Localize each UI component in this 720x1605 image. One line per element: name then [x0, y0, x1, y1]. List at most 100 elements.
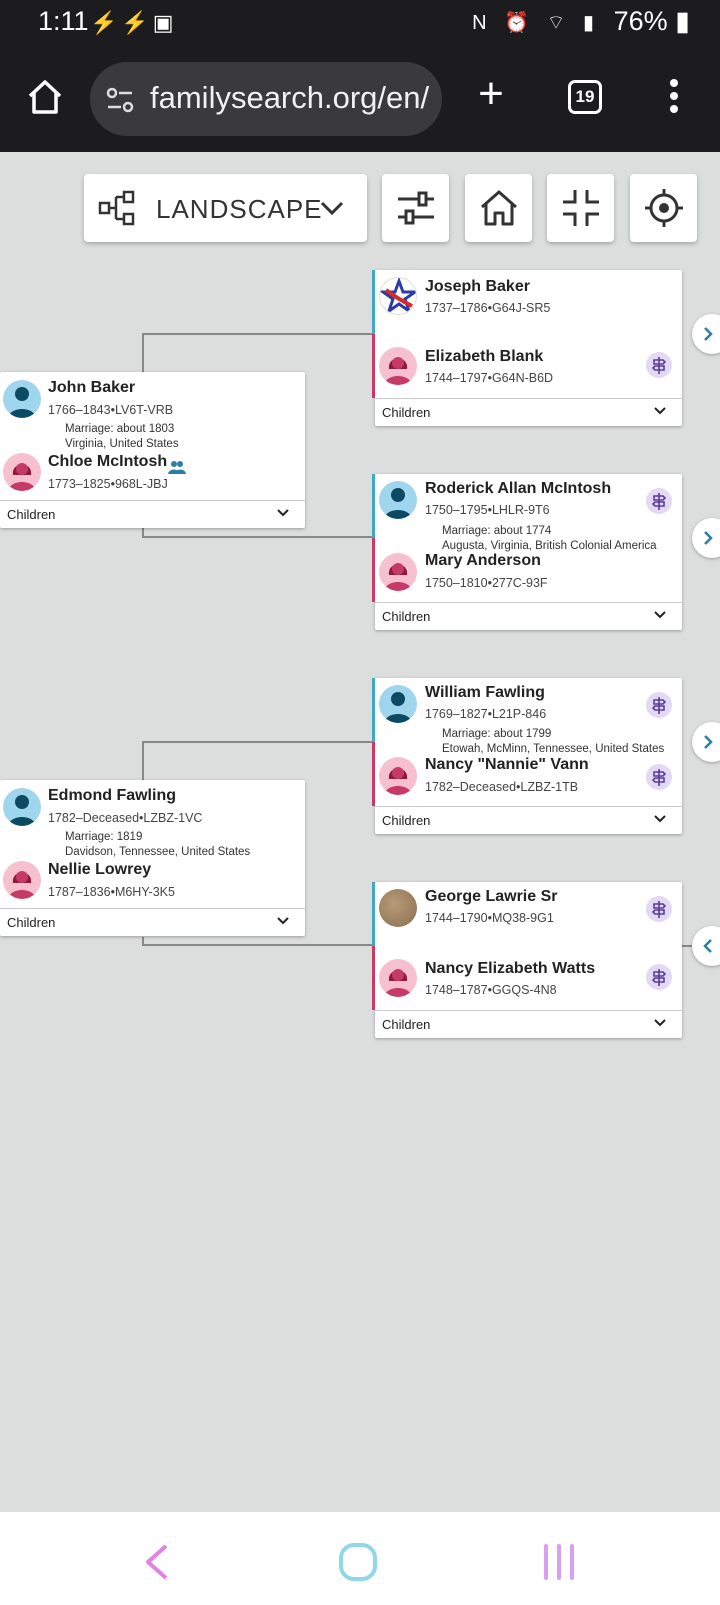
chevron-down-icon [277, 917, 289, 925]
connector-line [142, 937, 374, 946]
url-text: familysearch.org/en/ [150, 80, 430, 115]
children-label: Children [7, 915, 56, 930]
female-avatar [3, 453, 41, 491]
person-row[interactable]: Nancy "Nannie" Vann 1782–Deceased•LZBZ-1… [375, 754, 682, 802]
person-lifespan: 1744–1797•G64N-B6D [425, 371, 554, 385]
person-row[interactable]: Roderick Allan McIntosh 1750–1795•LHLR-9… [375, 474, 682, 524]
chevron-right-icon [704, 327, 713, 341]
notification-icons: ⚡⚡▣ [90, 10, 178, 35]
tree-home-button[interactable] [465, 174, 532, 242]
collapse-ancestors-button[interactable] [692, 926, 720, 966]
person-lifespan: 1773–1825•968L-JBJ [48, 477, 168, 491]
browser-toolbar: familysearch.org/en/ + 19 [0, 48, 720, 152]
connector-line [142, 528, 374, 538]
couple-card: John Baker 1766–1843•LV6T-VRB Marriage: … [0, 372, 305, 528]
person-row[interactable]: Elizabeth Blank 1744–1797•G64N-B6D [375, 342, 682, 392]
signpost-icon[interactable] [646, 964, 672, 990]
children-dropdown[interactable]: Children [375, 398, 682, 426]
new-tab-button[interactable]: + [470, 72, 512, 116]
children-label: Children [382, 609, 431, 624]
layout-dropdown[interactable]: LANDSCAPE [84, 174, 367, 242]
person-lifespan: 1744–1790•MQ38-9G1 [425, 911, 554, 925]
couple-card: Edmond Fawling 1782–Deceased•LZBZ-1VC Ma… [0, 780, 305, 936]
couple-card: George Lawrie Sr 1744–1790•MQ38-9G1 Nanc… [372, 882, 682, 1038]
children-label: Children [382, 1017, 431, 1032]
site-settings-icon[interactable] [104, 84, 136, 116]
person-row[interactable]: Joseph Baker 1737–1786•G64J-SR5 [375, 270, 682, 330]
expand-ancestors-button[interactable] [692, 314, 720, 354]
children-dropdown[interactable]: Children [0, 500, 305, 528]
male-avatar [3, 380, 41, 418]
marriage-date: Marriage: about 1774 [442, 525, 552, 537]
children-dropdown[interactable]: Children [375, 602, 682, 630]
chevron-left-icon [703, 939, 712, 953]
children-label: Children [382, 813, 431, 828]
person-row[interactable]: Mary Anderson 1750–1810•277C-93F [375, 550, 682, 598]
recenter-button[interactable] [630, 174, 697, 242]
marriage-date: Marriage: 1819 [65, 831, 143, 843]
more-menu-button[interactable] [664, 76, 684, 120]
marriage-info: Marriage: about 1799 Etowah, McMinn, Ten… [442, 727, 664, 757]
filter-settings-button[interactable] [382, 174, 449, 242]
expand-ancestors-button[interactable] [692, 722, 720, 762]
person-name: Roderick Allan McIntosh [425, 480, 612, 497]
sliders-icon [398, 191, 434, 225]
signpost-icon[interactable] [646, 352, 672, 378]
collapse-button[interactable] [547, 174, 614, 242]
children-label: Children [382, 405, 431, 420]
person-lifespan: 1748–1787•GGQS-4N8 [425, 983, 557, 997]
signpost-icon[interactable] [646, 692, 672, 718]
person-lifespan: 1769–1827•L21P-846 [425, 707, 547, 721]
female-avatar [379, 347, 417, 385]
female-avatar [3, 861, 41, 899]
children-dropdown[interactable]: Children [375, 806, 682, 834]
person-row[interactable]: George Lawrie Sr 1744–1790•MQ38-9G1 [375, 882, 682, 942]
female-avatar [379, 757, 417, 795]
person-row[interactable]: William Fawling 1769–1827•L21P-846 [375, 678, 682, 728]
person-row[interactable]: Edmond Fawling 1782–Deceased•LZBZ-1VC [0, 780, 305, 836]
signpost-icon[interactable] [646, 896, 672, 922]
person-row[interactable]: John Baker 1766–1843•LV6T-VRB [0, 372, 305, 428]
person-lifespan: 1766–1843•LV6T-VRB [48, 403, 174, 417]
home-nav-icon[interactable] [338, 1542, 378, 1582]
person-name: John Baker [48, 379, 136, 396]
layout-label: LANDSCAPE [156, 194, 323, 224]
recents-icon[interactable] [540, 1542, 578, 1582]
person-name: Nancy Elizabeth Watts [425, 960, 596, 977]
collapse-icon [563, 190, 599, 226]
back-icon[interactable] [140, 1542, 174, 1582]
home-icon[interactable] [24, 76, 66, 118]
marriage-info: Marriage: 1819 Davidson, Tennessee, Unit… [65, 830, 250, 860]
person-name: George Lawrie Sr [425, 888, 558, 905]
person-row[interactable]: Chloe McIntosh 1773–1825•968L-JBJ [0, 450, 305, 496]
signpost-icon[interactable] [646, 764, 672, 790]
relatives-icon[interactable] [168, 460, 186, 474]
children-dropdown[interactable]: Children [375, 1010, 682, 1038]
male-avatar [379, 481, 417, 519]
marriage-info: Marriage: about 1803 Virginia, United St… [65, 422, 179, 452]
male-avatar [379, 685, 417, 723]
photo-avatar [379, 889, 417, 927]
person-lifespan: 1782–Deceased•LZBZ-1TB [425, 780, 579, 794]
children-dropdown[interactable]: Children [0, 908, 305, 936]
person-name: William Fawling [425, 684, 545, 701]
status-time: 1:11 [38, 6, 89, 36]
person-row[interactable]: Nellie Lowrey 1787–1836•M6HY-3K5 [0, 858, 305, 904]
marriage-date: Marriage: about 1799 [442, 728, 552, 740]
person-name: Chloe McIntosh [48, 453, 168, 470]
person-name: Nellie Lowrey [48, 861, 152, 878]
chevron-down-icon [654, 815, 666, 823]
address-bar[interactable]: familysearch.org/en/ [90, 62, 442, 136]
person-lifespan: 1782–Deceased•LZBZ-1VC [48, 811, 203, 825]
couple-card: Roderick Allan McIntosh 1750–1795•LHLR-9… [372, 474, 682, 630]
signpost-icon[interactable] [646, 488, 672, 514]
person-lifespan: 1750–1795•LHLR-9T6 [425, 503, 550, 517]
tab-switcher-button[interactable]: 19 [568, 80, 602, 114]
expand-ancestors-button[interactable] [692, 518, 720, 558]
chevron-down-icon [320, 201, 344, 216]
system-icons: N ⏰ ⌔ ▮ [472, 12, 600, 34]
person-row[interactable]: Nancy Elizabeth Watts 1748–1787•GGQS-4N8 [375, 954, 682, 1004]
person-lifespan: 1787–1836•M6HY-3K5 [48, 885, 175, 899]
chevron-down-icon [277, 509, 289, 517]
person-lifespan: 1737–1786•G64J-SR5 [425, 301, 551, 315]
